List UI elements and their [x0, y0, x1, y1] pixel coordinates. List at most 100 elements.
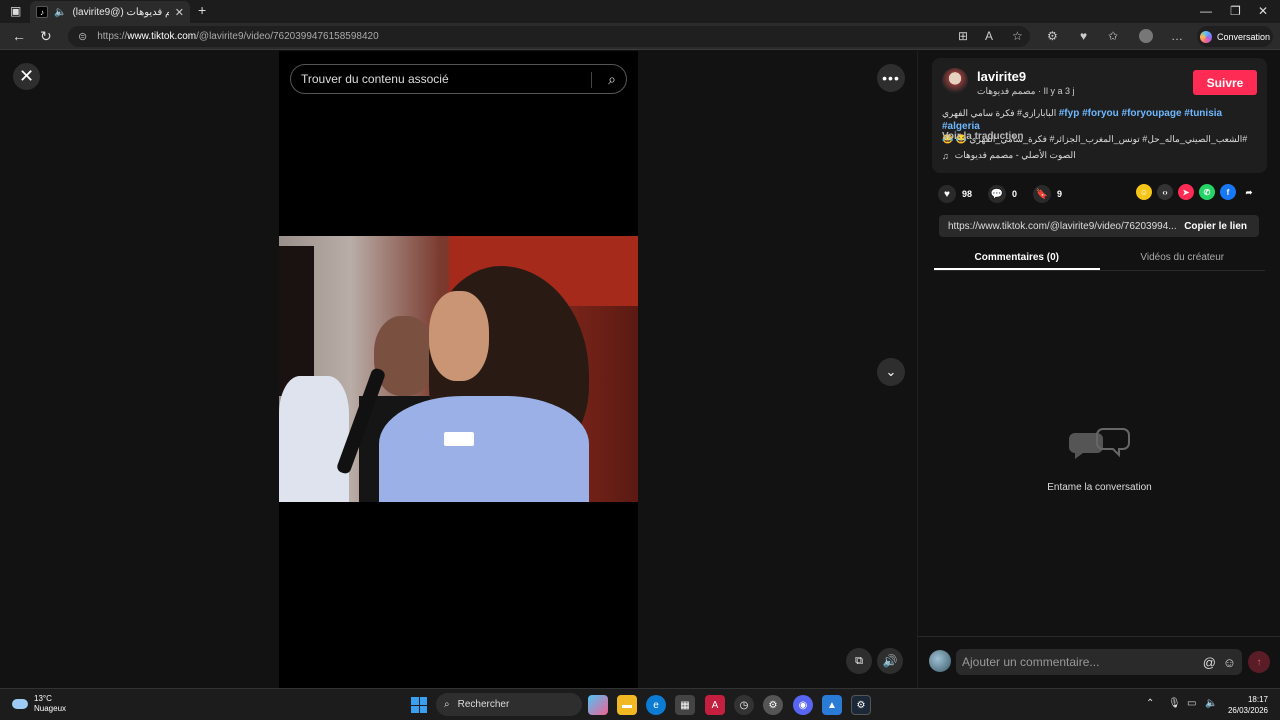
acrobat-icon[interactable]: A — [705, 695, 725, 715]
window-close-icon[interactable]: ✕ — [1258, 4, 1268, 18]
settings-icon[interactable]: ⚙ — [763, 695, 783, 715]
performance-icon[interactable]: ♥ — [1080, 29, 1087, 43]
weather-condition: Nuageux — [34, 704, 67, 713]
more-menu-icon[interactable]: … — [1171, 29, 1183, 43]
search-icon[interactable]: ⌕ — [608, 71, 616, 88]
tab-creator-videos[interactable]: Vidéos du créateur — [1100, 247, 1266, 270]
clock-app-icon[interactable]: ◷ — [734, 695, 754, 715]
site-info-icon[interactable]: ⊜ — [78, 30, 87, 43]
discord-icon[interactable]: ◉ — [793, 695, 813, 715]
volume-tray-icon[interactable]: 🔈 — [1205, 698, 1217, 709]
follow-button[interactable]: Suivre — [1193, 70, 1257, 95]
comment-composer: Ajouter un commentaire... @ ☺ ↑ — [918, 636, 1280, 688]
copy-link-box: https://www.tiktok.com/@lavirite9/video/… — [939, 215, 1259, 237]
url-host: www.tiktok.com — [127, 31, 197, 42]
app-available-icon[interactable]: ⊞ — [958, 29, 968, 43]
url-prefix: https:// — [97, 31, 128, 42]
empty-comments-icon — [1069, 428, 1130, 459]
browser-tab[interactable]: ♪ 🔈 (lavirite9@) مصمم فديوهات ✕ — [30, 1, 190, 23]
heart-icon: ♥ — [938, 185, 956, 203]
speaker-icon: 🔊 — [882, 654, 898, 668]
copilot-app-icon[interactable] — [588, 695, 608, 715]
sound-name: الصوت الأصلي - مصمم فديوهات — [954, 150, 1076, 160]
network-icon[interactable]: ▭ — [1187, 698, 1196, 709]
copy-link-button[interactable]: Copier le lien — [1184, 221, 1247, 232]
photos-icon[interactable]: ▲ — [822, 695, 842, 715]
close-tab-icon[interactable]: ✕ — [175, 6, 184, 19]
mention-icon[interactable]: @ — [1203, 655, 1216, 670]
bookmark-icon: 🔖 — [1033, 185, 1052, 203]
volume-button[interactable]: 🔊 — [877, 648, 903, 674]
file-explorer-icon[interactable]: ▬ — [617, 695, 637, 715]
sound-link[interactable]: ♫ الصوت الأصلي - مصمم فديوهات — [942, 150, 1076, 161]
post-info-card: lavirite9 مصمم فديوهات · Il y a 3 j Suiv… — [932, 58, 1267, 173]
extensions-icon[interactable]: ⚙ — [1047, 29, 1058, 43]
empty-state-text: Entame la conversation — [1047, 482, 1152, 493]
copilot-conversation-button[interactable]: Conversation — [1197, 26, 1273, 47]
taskbar-search-label: Rechercher — [457, 699, 510, 710]
restore-icon[interactable]: ❐ — [1230, 4, 1241, 18]
comment-input[interactable]: Ajouter un commentaire... @ ☺ — [956, 649, 1242, 675]
read-aloud-icon[interactable]: A — [985, 29, 993, 43]
search-placeholder: Trouver du contenu associé — [301, 72, 449, 86]
creator-avatar[interactable] — [942, 68, 968, 94]
pip-icon: ⧉ — [855, 654, 863, 667]
next-video-button[interactable]: ⌄ — [877, 358, 905, 386]
embed-icon[interactable]: ‹› — [1157, 184, 1173, 200]
video-frame[interactable] — [279, 236, 638, 502]
tab-actions-icon[interactable]: ▣ — [10, 4, 21, 18]
steam-icon[interactable]: ⚙ — [851, 695, 871, 715]
back-icon[interactable]: ← — [12, 28, 26, 44]
close-video-button[interactable]: ✕ — [13, 63, 40, 90]
address-toolbar: ← ↻ ⊜ https://www.tiktok.com/@lavirite9/… — [0, 23, 1280, 50]
video-person-girl-face — [429, 291, 489, 381]
clock-date: 26/03/2026 — [1227, 706, 1268, 715]
microphone-icon[interactable]: 🎙 — [1168, 698, 1181, 709]
share-arrow-icon[interactable]: ➦ — [1241, 184, 1257, 200]
user-avatar — [929, 650, 951, 672]
comment-button[interactable]: 💬 0 — [988, 185, 1017, 203]
new-tab-icon[interactable]: + — [198, 2, 206, 18]
save-count: 9 — [1057, 189, 1063, 199]
refresh-icon[interactable]: ↻ — [40, 28, 52, 45]
system-clock[interactable]: 18:17 26/03/2026 — [1226, 694, 1268, 716]
cloud-icon — [12, 699, 28, 709]
search-divider — [591, 72, 592, 88]
tray-chevron-icon[interactable]: ⌃ — [1146, 698, 1154, 709]
send-icon[interactable]: ➤ — [1178, 184, 1194, 200]
favorite-star-icon[interactable]: ☆ — [1012, 29, 1023, 43]
close-icon: ✕ — [18, 66, 35, 86]
mute-tab-icon[interactable]: 🔈 — [54, 7, 66, 18]
save-button[interactable]: 🔖 9 — [1033, 185, 1062, 203]
friends-share-icon[interactable]: ☺ — [1136, 184, 1152, 200]
start-button[interactable] — [411, 697, 427, 713]
video-person-man — [374, 316, 434, 396]
url-bar[interactable]: ⊜ https://www.tiktok.com/@lavirite9/vide… — [68, 26, 1030, 47]
favorites-icon[interactable]: ✩ — [1108, 29, 1118, 43]
conversation-label: Conversation — [1216, 31, 1271, 42]
see-translation-link[interactable]: Voir la traduction — [942, 131, 1024, 142]
store-icon[interactable]: ▦ — [675, 695, 695, 715]
post-comment-button[interactable]: ↑ — [1248, 651, 1270, 673]
minimize-icon[interactable]: — — [1200, 4, 1212, 18]
url-path: /@lavirite9/video/7620399476158598420 — [196, 31, 379, 42]
emoji-icon[interactable]: ☺ — [1223, 655, 1236, 670]
taskbar-search[interactable]: ⌕ Rechercher — [436, 693, 582, 716]
facebook-icon[interactable]: f — [1220, 184, 1236, 200]
video-player[interactable]: Trouver du contenu associé ⌕ — [279, 51, 638, 688]
more-options-button[interactable]: ••• — [877, 64, 905, 92]
edge-icon[interactable]: e — [646, 695, 666, 715]
related-search-input[interactable]: Trouver du contenu associé ⌕ — [290, 64, 627, 94]
profile-avatar-icon[interactable] — [1139, 29, 1153, 43]
like-button[interactable]: ♥ 98 — [938, 185, 972, 203]
clock-time: 18:17 — [1247, 695, 1268, 704]
whatsapp-icon[interactable]: ✆ — [1199, 184, 1215, 200]
weather-widget[interactable]: 13°C Nuageux — [12, 694, 66, 714]
arrow-up-icon: ↑ — [1256, 656, 1262, 668]
browser-tab-bar: ▣ ♪ 🔈 (lavirite9@) مصمم فديوهات ✕ + — ❐ … — [0, 0, 1280, 23]
tab-comments[interactable]: Commentaires (0) — [934, 247, 1100, 270]
description-arabic: البابارازي# فكرة سامي الفهري — [942, 108, 1057, 118]
picture-in-picture-button[interactable]: ⧉ — [846, 648, 872, 674]
comment-placeholder: Ajouter un commentaire... — [962, 655, 1100, 669]
creator-username[interactable]: lavirite9 — [977, 69, 1026, 84]
